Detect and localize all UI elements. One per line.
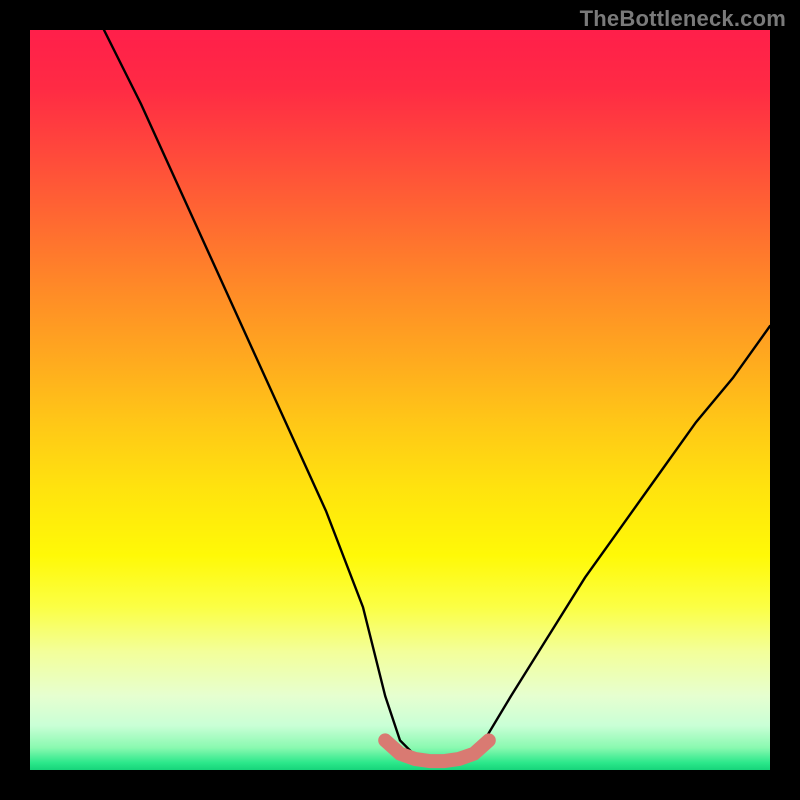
optimal-zone-line — [385, 740, 489, 761]
plot-area — [30, 30, 770, 770]
chart-svg — [30, 30, 770, 770]
bottleneck-curve-line — [104, 30, 770, 763]
watermark-text: TheBottleneck.com — [580, 6, 786, 32]
chart-frame: TheBottleneck.com — [0, 0, 800, 800]
